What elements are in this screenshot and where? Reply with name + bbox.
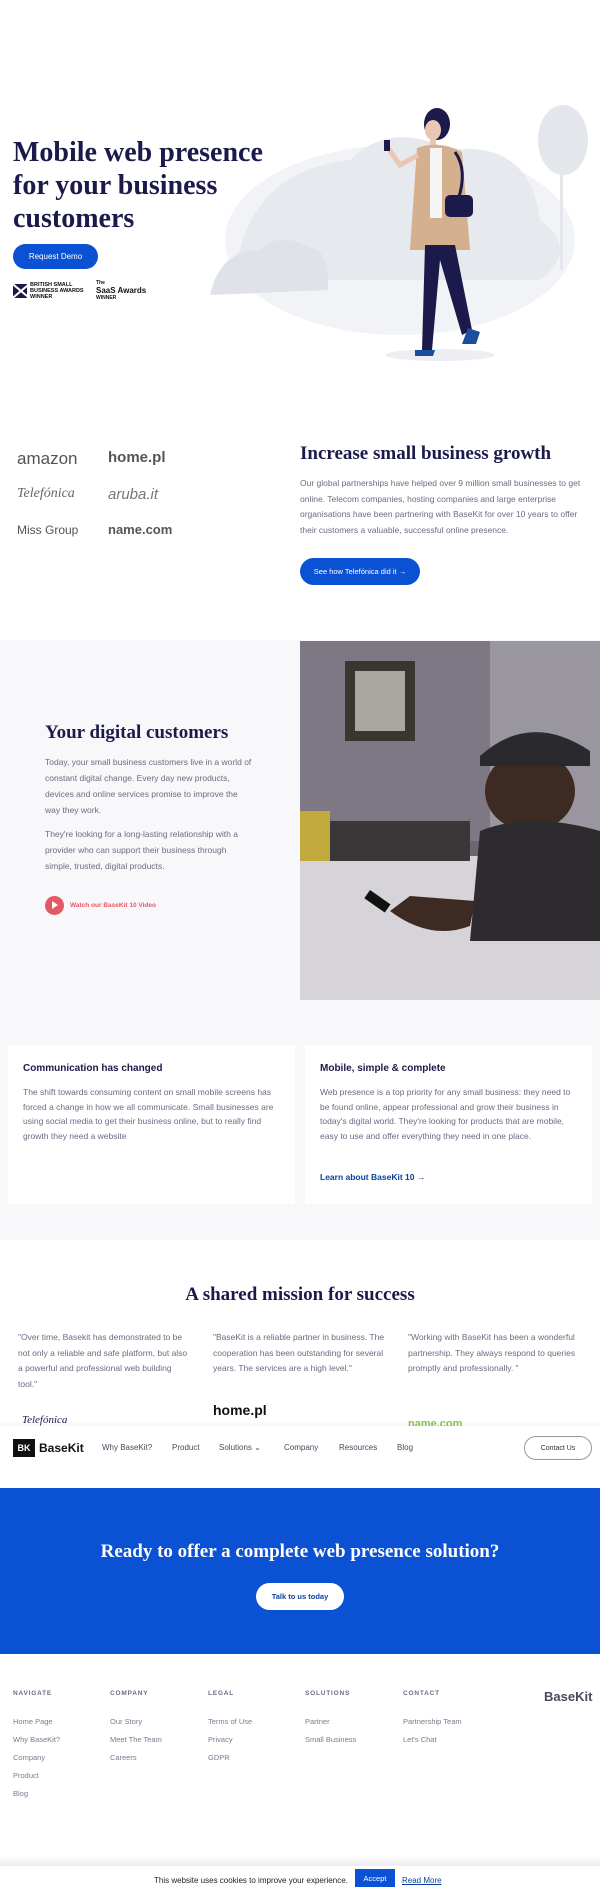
digital-para-1: Today, your small business customers liv… [45, 757, 252, 815]
footer-heading-legal: LEGAL [208, 1690, 235, 1697]
homepl-logo: home.pl [108, 449, 166, 466]
nav-blog[interactable]: Blog [397, 1443, 413, 1452]
cookie-accept-button[interactable]: Accept [355, 1869, 395, 1887]
banner-title: Ready to offer a complete web presence s… [100, 1541, 500, 1562]
mobile-card: Mobile, simple & complete Web presence i… [305, 1045, 592, 1204]
communication-card: Communication has changed The shift towa… [8, 1045, 295, 1204]
telefonica-quote-logo: Telefónica [22, 1414, 68, 1426]
customer-photo [300, 641, 600, 1000]
nav-solutions[interactable]: Solutions ⌄ [219, 1443, 261, 1452]
card-text: The shift towards consuming content on s… [23, 1087, 274, 1141]
card-text: Web presence is a top priority for any s… [320, 1087, 571, 1141]
footer-link[interactable]: Partnership Team [403, 1717, 462, 1726]
footer-heading-contact: CONTACT [403, 1690, 440, 1697]
award2-sub: WINNER [96, 295, 117, 301]
cookie-read-more-link[interactable]: Read More [402, 1876, 442, 1885]
footer-link[interactable]: Company [13, 1753, 45, 1762]
namecom-logo: name.com [108, 522, 173, 537]
footer-link[interactable]: Terms of Use [208, 1717, 252, 1726]
basekit-logo[interactable]: BK BaseKit [13, 1439, 84, 1457]
missgroup-logo: Miss Group [17, 523, 79, 537]
basekit-name: BaseKit [39, 1441, 84, 1455]
see-telefonica-button[interactable]: See how Telefónica did it → [300, 558, 420, 585]
quote-telefonica: "Over time, Basekit has demonstrated to … [18, 1332, 188, 1389]
digital-para-2: They're looking for a long-lasting relat… [45, 829, 238, 871]
main-nav: BK BaseKit Why BaseKit? Product Solution… [0, 1426, 600, 1470]
growth-title: Increase small business growth [300, 443, 552, 464]
award2-main: SaaS Awards [96, 286, 147, 295]
amazon-logo: amazon [17, 449, 78, 468]
footer-link[interactable]: Why BaseKit? [13, 1735, 60, 1744]
growth-text: Our global partnerships have helped over… [300, 478, 581, 535]
nav-company[interactable]: Company [284, 1443, 318, 1452]
request-demo-button[interactable]: Request Demo [13, 244, 98, 269]
aruba-logo: aruba.it [108, 486, 159, 503]
card-title: Mobile, simple & complete [320, 1063, 446, 1074]
footer-link[interactable]: Let's Chat [403, 1735, 437, 1744]
footer-link[interactable]: Careers [110, 1753, 137, 1762]
footer-basekit-logo[interactable]: BaseKit [544, 1689, 592, 1704]
award1-text: BRITISH SMALL BUSINESS AWARDS WINNER [30, 282, 84, 300]
hero-title: Mobile web presence for your business cu… [13, 137, 263, 234]
quote-homepl: "BaseKit is a reliable partner in busine… [213, 1332, 385, 1373]
play-icon [45, 896, 64, 915]
quote-namecom: "Working with BaseKit has been a wonderf… [408, 1332, 576, 1373]
footer-heading-company: COMPANY [110, 1690, 149, 1697]
contact-us-button[interactable]: Contact Us [524, 1436, 592, 1460]
cookie-text: This website uses cookies to improve you… [154, 1876, 348, 1885]
watch-video-link[interactable]: Watch our BaseKit 10 Video [45, 896, 156, 915]
nav-why-basekit[interactable]: Why BaseKit? [102, 1443, 152, 1452]
british-small-business-award-badge: BRITISH SMALL BUSINESS AWARDS WINNER [13, 280, 90, 302]
footer-link[interactable]: Our Story [110, 1717, 142, 1726]
card-title: Communication has changed [23, 1063, 163, 1074]
nav-product[interactable]: Product [172, 1443, 200, 1452]
footer-link[interactable]: Partner [305, 1717, 330, 1726]
talk-to-us-button[interactable]: Talk to us today [256, 1583, 344, 1610]
union-flag-icon [13, 284, 27, 298]
video-label: Watch our BaseKit 10 Video [70, 902, 156, 909]
footer-heading-navigate: NAVIGATE [13, 1690, 53, 1697]
digital-title: Your digital customers [45, 722, 229, 743]
nav-resources[interactable]: Resources [339, 1443, 377, 1452]
footer-link[interactable]: Meet The Team [110, 1735, 162, 1744]
telefonica-logo: Telefónica [17, 486, 75, 501]
mission-title: A shared mission for success [185, 1284, 415, 1305]
hero-section: Mobile web presence for your business cu… [0, 0, 600, 380]
footer-link[interactable]: Blog [13, 1789, 28, 1798]
cta-banner [0, 1488, 600, 1654]
footer-link[interactable]: Home Page [13, 1717, 53, 1726]
footer-link[interactable]: GDPR [208, 1753, 230, 1762]
saas-award-badge: The SaaS Awards WINNER [96, 280, 146, 302]
homepl-quote-logo: home.pl [213, 1402, 267, 1418]
basekit-mark: BK [13, 1439, 35, 1457]
footer-link[interactable]: Privacy [208, 1735, 233, 1744]
footer-link[interactable]: Product [13, 1771, 39, 1780]
learn-basekit-link[interactable]: Learn about BaseKit 10 → [320, 1172, 425, 1182]
footer-heading-solutions: SOLUTIONS [305, 1690, 351, 1697]
footer-link[interactable]: Small Business [305, 1735, 356, 1744]
